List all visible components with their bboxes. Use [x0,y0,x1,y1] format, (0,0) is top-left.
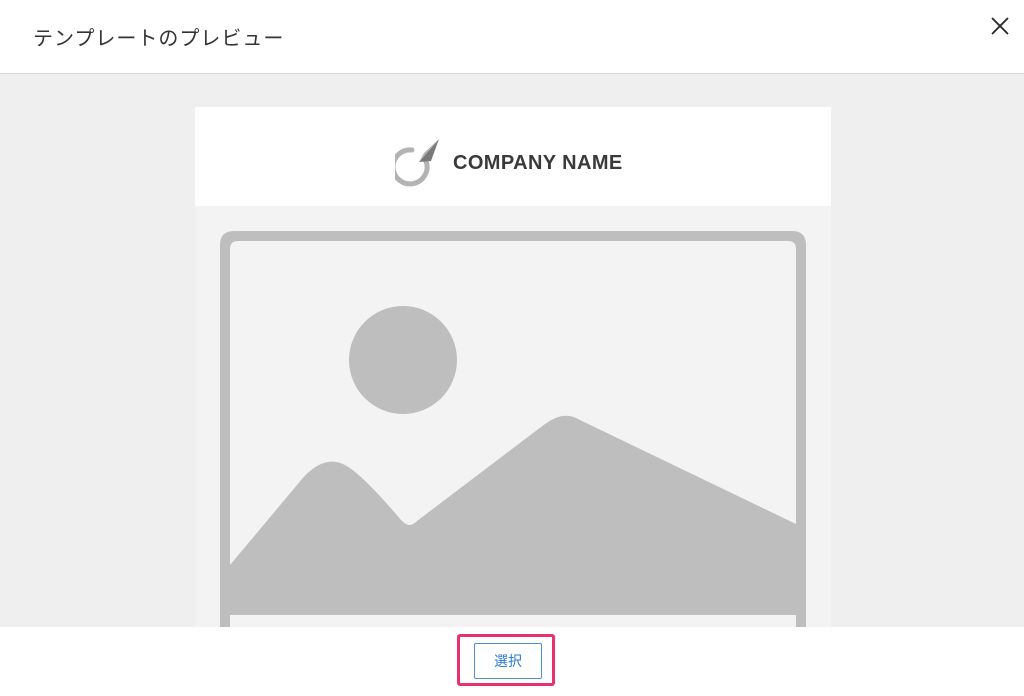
close-icon[interactable] [986,12,1014,40]
modal-title: テンプレートのプレビュー [33,26,285,50]
image-placeholder-icon [220,231,806,627]
template-preview-area[interactable]: COMPANY NAME [0,74,1024,627]
email-header: COMPANY NAME [195,107,831,206]
email-template: COMPANY NAME [195,107,831,627]
select-button[interactable]: 選択 [474,643,542,679]
modal-header: テンプレートのプレビュー [0,0,1024,74]
company-name: COMPANY NAME [453,152,623,174]
modal-footer: 選択 [0,627,1024,696]
logo-icon [390,131,441,187]
